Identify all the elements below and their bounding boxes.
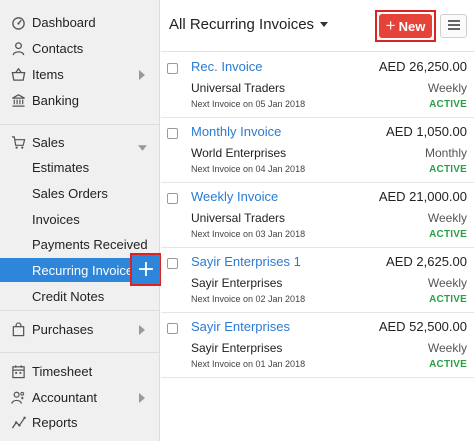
sidebar-item-reports[interactable]: Reports [0,410,160,434]
sidebar-item-label: Sales Orders [32,185,108,201]
plus-icon: + [385,16,396,35]
sidebar-divider [0,124,160,125]
status-badge: ACTIVE [429,164,467,175]
sidebar-item-contacts[interactable]: Contacts [0,36,160,60]
sidebar-item-label: Estimates [32,159,90,175]
sidebar-item-banking[interactable]: Banking [0,88,160,112]
page-title: All Recurring Invoices [169,16,315,33]
sidebar-divider [0,352,160,353]
row-checkbox[interactable] [167,258,178,269]
invoice-name-link[interactable]: Sayir Enterprises 1 [191,254,301,269]
sidebar-item-invoices[interactable]: Invoices [0,207,160,231]
row-checkbox[interactable] [167,63,178,74]
hamburger-icon [447,17,460,35]
sidebar-item-dashboard[interactable]: Dashboard [0,10,160,34]
list-item[interactable]: Sayir Enterprises 1 AED 2,625.00 Sayir E… [161,248,474,313]
cart-icon [10,134,26,150]
chevron-right-icon [138,391,148,403]
status-badge: ACTIVE [429,294,467,305]
sidebar-item-accountant[interactable]: Accountant [0,385,160,409]
invoice-name-link[interactable]: Sayir Enterprises [191,319,290,334]
sidebar-item-label: Purchases [32,321,94,337]
row-checkbox[interactable] [167,128,178,139]
list-item[interactable]: Monthly Invoice AED 1,050.00 World Enter… [161,118,474,183]
view-selector[interactable]: All Recurring Invoices [169,16,329,33]
invoice-frequency: Weekly [427,341,467,355]
dashboard-icon [10,14,26,30]
next-invoice-date: Next Invoice on 04 Jan 2018 [191,164,306,174]
list-item[interactable]: Sayir Enterprises AED 52,500.00 Sayir En… [161,313,474,378]
sidebar-item-purchases[interactable]: Purchases [0,317,160,341]
customer-name: World Enterprises [191,146,287,160]
next-invoice-date: Next Invoice on 05 Jan 2018 [191,99,306,109]
next-invoice-date: Next Invoice on 02 Jan 2018 [191,294,306,304]
new-button[interactable]: + New [379,14,432,38]
sidebar-item-estimates[interactable]: Estimates [0,155,160,179]
sidebar-item-sales-orders[interactable]: Sales Orders [0,181,160,205]
status-badge: ACTIVE [429,229,467,240]
invoice-name-link[interactable]: Weekly Invoice [191,189,278,204]
list-item[interactable]: Rec. Invoice AED 26,250.00 Universal Tra… [161,53,474,118]
invoice-amount: AED 52,500.00 [378,319,467,334]
sidebar-item-label: Credit Notes [32,288,105,304]
next-invoice-date: Next Invoice on 01 Jan 2018 [191,359,306,369]
bag-icon [10,321,26,337]
status-badge: ACTIVE [429,359,467,370]
row-checkbox[interactable] [167,193,178,204]
sidebar-item-timesheet[interactable]: Timesheet [0,359,160,383]
customer-name: Sayir Enterprises [191,341,283,355]
sidebar-item-label: Dashboard [32,14,96,30]
chevron-right-icon [138,68,148,80]
next-invoice-date: Next Invoice on 03 Jan 2018 [191,229,306,239]
sidebar-item-label: Banking [32,92,79,108]
list-header: All Recurring Invoices + New [161,0,474,52]
sidebar-item-label: Payments Received [32,236,148,252]
sidebar-item-label: Contacts [32,40,84,56]
invoice-name-link[interactable]: Rec. Invoice [191,59,263,74]
sidebar-item-label: Reports [32,414,78,430]
basket-icon [10,66,26,82]
chart-line-icon [10,414,26,430]
invoice-amount: AED 21,000.00 [378,189,467,204]
invoice-amount: AED 1,050.00 [386,124,467,139]
customer-name: Sayir Enterprises [191,276,283,290]
add-recurring-invoice-button[interactable]: + [130,253,162,286]
row-checkbox[interactable] [167,323,178,334]
caret-down-icon [320,22,329,27]
sidebar-item-sales[interactable]: Sales [0,130,160,154]
person-icon [10,40,26,56]
more-menu-button[interactable] [440,14,467,38]
bank-icon [10,92,26,108]
new-button-label: New [398,18,426,34]
sidebar-divider [0,310,160,311]
invoice-frequency: Weekly [427,211,467,225]
list-item[interactable]: Weekly Invoice AED 21,000.00 Universal T… [161,183,474,248]
invoice-name-link[interactable]: Monthly Invoice [191,124,281,139]
invoice-amount: AED 2,625.00 [386,254,467,269]
invoice-frequency: Weekly [427,276,467,290]
calendar-icon [10,363,26,379]
sidebar-item-credit-notes[interactable]: Credit Notes [0,284,160,308]
invoice-amount: AED 26,250.00 [378,59,467,74]
sidebar-item-label: Invoices [32,211,80,227]
sidebar-item-label: Accountant [32,389,98,405]
chevron-right-icon [138,323,148,335]
invoice-frequency: Weekly [427,81,467,95]
chevron-down-icon [138,139,148,151]
sidebar: Dashboard Contacts Items Banking Sales E… [0,0,162,441]
plus-icon: + [136,256,156,282]
customer-name: Universal Traders [191,81,286,95]
status-badge: ACTIVE [429,99,467,110]
sidebar-item-label: Timesheet [32,363,93,379]
invoice-frequency: Monthly [424,146,467,160]
customer-name: Universal Traders [191,211,286,225]
sidebar-item-label: Items [32,66,64,82]
accountant-icon [10,389,26,405]
sidebar-item-items[interactable]: Items [0,62,160,86]
sidebar-item-label: Recurring Invoices [32,262,140,278]
sidebar-item-label: Sales [32,134,65,150]
